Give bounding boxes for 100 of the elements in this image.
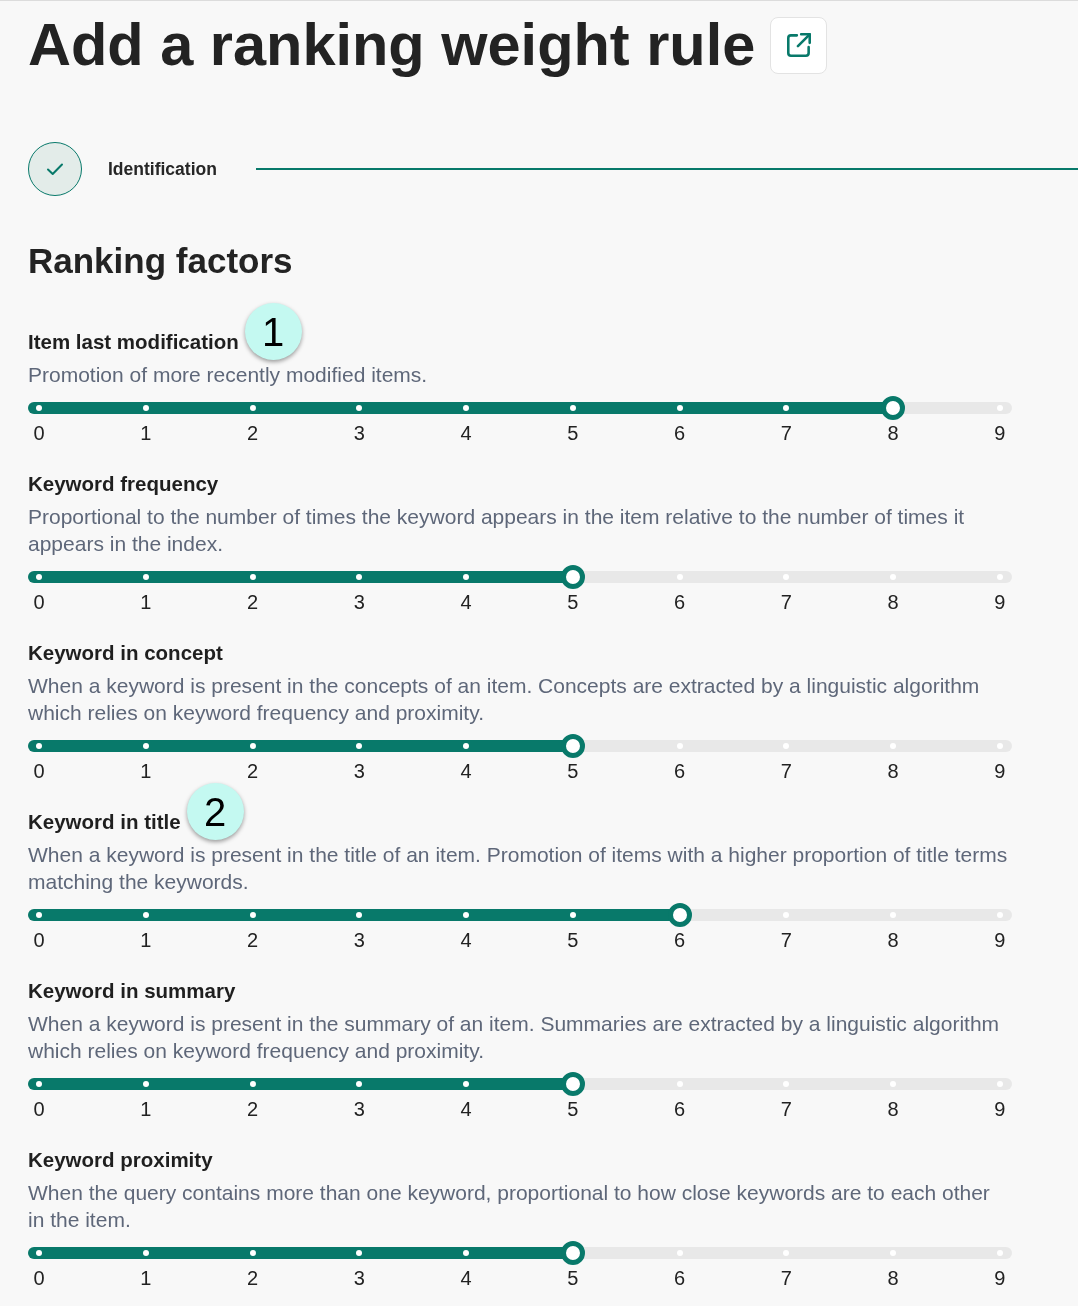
slider-thumb[interactable] [881,396,906,420]
factor-title: Keyword in summary [28,979,236,1002]
tick-label: 4 [459,1099,473,1119]
tick-dot-icon [463,912,470,918]
tick-dot-icon [249,405,256,411]
tick-label: 3 [352,1268,366,1288]
tick-dot-icon [142,743,149,749]
tick-label: 7 [779,592,793,612]
tick-label: 4 [459,761,473,781]
tick-label: 3 [352,592,366,612]
tick-dot-icon [356,912,363,918]
tick-dot-icon [142,912,149,918]
tick-dot-icon [249,743,256,749]
tick-label: 9 [993,1268,1007,1288]
tick-label: 9 [993,423,1007,443]
tick-label: 1 [139,930,153,950]
factor-description: Promotion of more recently modified items. [28,362,429,388]
tick-dot-icon [783,405,790,411]
factor-title: Item last modification [28,330,239,353]
tick-label: 9 [993,930,1007,950]
tick-label: 9 [993,592,1007,612]
tick-label: 7 [779,761,793,781]
tick-dot-icon [36,1250,42,1256]
tick-label: 3 [352,930,366,950]
tick-dot-icon [36,743,42,749]
tick-label: 8 [886,1099,900,1119]
tick-label: 6 [673,930,687,950]
tick-label: 4 [459,423,473,443]
tick-dot-icon [356,743,363,749]
weight-slider[interactable] [28,396,1012,420]
tick-label: 2 [245,1099,260,1119]
tick-dot-icon [142,1081,149,1087]
tick-dot-icon [36,912,42,918]
tick-dot-icon [249,912,256,918]
tick-label: 1 [139,423,153,443]
tick-label: 9 [993,1099,1007,1119]
tick-dot-icon [676,405,683,411]
tick-dot-icon [463,574,470,580]
tick-label: 6 [673,423,687,443]
tick-label: 2 [245,592,260,612]
tick-label: 2 [245,930,260,950]
weight-slider[interactable] [28,734,1012,758]
tick-label: 2 [245,1268,260,1288]
tick-label: 4 [459,1268,473,1288]
tick-label: 8 [886,761,900,781]
tick-label: 6 [673,1099,687,1119]
slider-thumb[interactable] [560,1241,585,1265]
factor-title: Keyword in title [28,810,181,833]
tick-dot-icon [36,405,42,411]
tick-label: 2 [245,423,260,443]
tick-label: 5 [566,930,580,950]
tick-label: 4 [459,930,473,950]
factor-description: Proportional to the number of times the keyword appears in the item relative to the number of times it appears in the index. [28,504,966,557]
tick-label: 0 [32,930,46,950]
factor-description: When the query contains more than one keyword, proportional to how close keywords are to each other in the item. [28,1180,991,1233]
tick-label: 8 [886,1268,900,1288]
number-callout: 1 [244,303,302,360]
tick-label: 5 [566,1268,580,1288]
tick-dot-icon [356,405,363,411]
weight-slider[interactable] [28,1072,1012,1096]
tick-label: 1 [139,1268,153,1288]
number-callout: 2 [186,783,244,840]
weight-slider[interactable] [28,903,1012,927]
weight-slider[interactable] [28,565,1012,589]
tick-label: 6 [673,592,687,612]
tick-dot-icon [249,1250,256,1256]
tick-label: 0 [32,1268,46,1288]
tick-dot-icon [249,574,256,580]
tick-dot-icon [463,1250,470,1256]
tick-dot-icon [142,405,149,411]
slider-thumb[interactable] [560,565,585,589]
tick-label: 5 [566,423,580,443]
slider-thumb[interactable] [560,734,585,758]
tick-label: 1 [139,761,153,781]
section-heading: Ranking factors [28,240,294,282]
tick-label: 8 [886,592,900,612]
tick-dot-icon [463,1081,470,1087]
tick-label: 7 [779,423,793,443]
tick-label: 3 [352,423,366,443]
tick-label: 6 [673,1268,687,1288]
factor-description: When a keyword is present in the concepts of an item. Concepts are extracted by a linguistic algorithm which relies on keyword frequency and proximity. [28,673,981,726]
tick-label: 1 [139,592,153,612]
tick-dot-icon [142,1250,149,1256]
factor-description: When a keyword is present in the title of an item. Promotion of items with a higher proportion of title terms matching the keywords. [28,842,1009,895]
tick-label: 4 [459,592,473,612]
open-external-button[interactable] [770,16,828,74]
external-link-icon [786,33,811,57]
tick-label: 8 [886,930,900,950]
tick-label: 5 [566,761,580,781]
slider-thumb[interactable] [667,903,692,927]
tick-dot-icon [249,1081,256,1087]
tick-label: 3 [352,761,366,781]
tick-label: 0 [32,592,46,612]
factor-title: Keyword proximity [28,1148,213,1171]
weight-slider[interactable] [28,1241,1012,1265]
tick-dot-icon [36,1081,42,1087]
slider-thumb[interactable] [560,1072,585,1096]
tick-label: 7 [779,930,793,950]
tick-label: 0 [32,1099,46,1119]
tick-label: 2 [245,761,260,781]
